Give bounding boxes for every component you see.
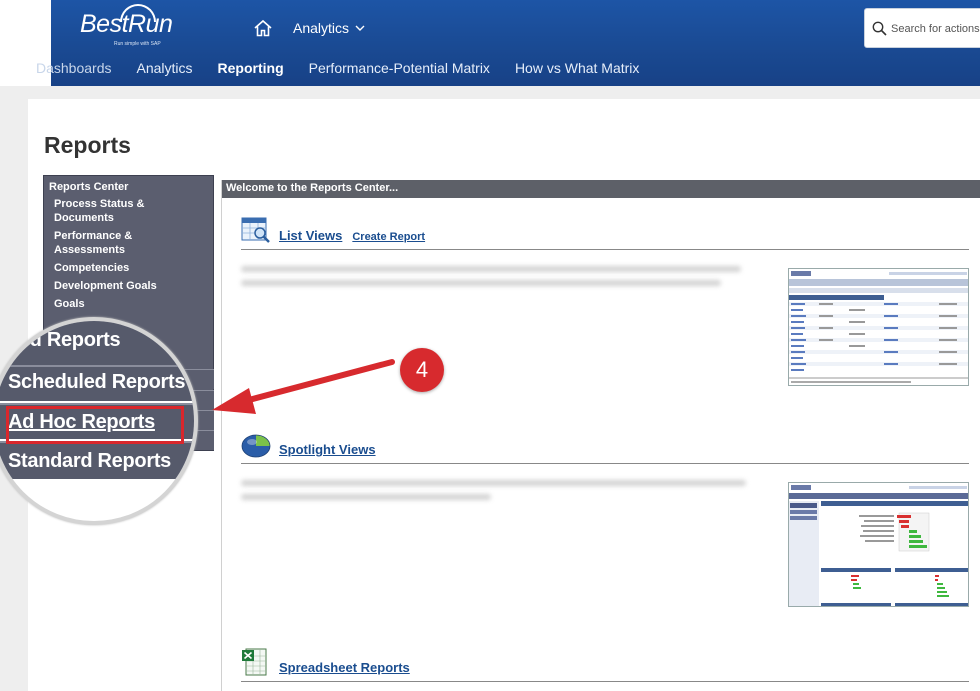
search-icon[interactable]	[872, 21, 887, 36]
list-views-header: List Views Create Report	[241, 216, 969, 250]
spreadsheet-icon	[242, 648, 267, 676]
list-view-icon	[241, 217, 270, 243]
tab-analytics[interactable]: Analytics	[137, 60, 193, 76]
spotlight-views-section: Spotlight Views	[241, 430, 969, 607]
sidebar-item-competencies[interactable]: Competencies	[54, 261, 204, 275]
tab-reporting[interactable]: Reporting	[218, 60, 284, 76]
spotlight-views-link[interactable]: Spotlight Views	[279, 442, 376, 457]
spreadsheet-reports-header: Spreadsheet Reports	[241, 648, 969, 682]
spotlight-view-preview-image	[788, 482, 969, 607]
logo-tagline: Run simple with SAP	[114, 41, 161, 47]
home-icon[interactable]	[253, 19, 273, 37]
tab-performance-potential-matrix[interactable]: Performance-Potential Matrix	[309, 60, 490, 76]
ad-hoc-highlight-box	[6, 406, 184, 444]
list-view-preview-image	[788, 268, 969, 386]
search-box[interactable]	[864, 8, 980, 48]
list-views-description	[241, 266, 761, 308]
sidebar-links: Process Status & Documents Performance &…	[54, 197, 204, 315]
sidebar-item-performance[interactable]: Performance & Assessments	[54, 229, 204, 257]
list-views-link[interactable]: List Views	[279, 228, 342, 243]
welcome-banner: Welcome to the Reports Center...	[222, 180, 980, 198]
sidebar-item-process-status[interactable]: Process Status & Documents	[54, 197, 204, 225]
spreadsheet-reports-link[interactable]: Spreadsheet Reports	[279, 660, 410, 675]
list-views-section: List Views Create Report	[241, 216, 969, 386]
page-title: Reports	[44, 132, 131, 158]
tab-how-vs-what-matrix[interactable]: How vs What Matrix	[515, 60, 639, 76]
magnified-saved-reports[interactable]: ved Reports	[8, 329, 121, 352]
tab-dashboards[interactable]: Dashboards	[36, 60, 112, 76]
magnifier-callout: ved Reports Scheduled Reports Ad Hoc Rep…	[0, 317, 198, 525]
create-report-link[interactable]: Create Report	[352, 231, 425, 243]
magnified-standard-reports[interactable]: Standard Reports	[8, 450, 171, 473]
magnified-sidebar: ved Reports Scheduled Reports Ad Hoc Rep…	[0, 321, 194, 521]
sidebar-item-development-goals[interactable]: Development Goals	[54, 279, 204, 293]
module-tabs: Dashboards Analytics Reporting Performan…	[36, 60, 664, 76]
sidebar-item-goals[interactable]: Goals	[54, 297, 204, 311]
step-number-badge: 4	[400, 348, 444, 392]
spreadsheet-reports-section: Spreadsheet Reports	[241, 648, 969, 682]
spotlight-views-description	[241, 480, 761, 508]
app-menu-label: Analytics	[293, 20, 350, 36]
company-logo[interactable]: BestRun Run simple with SAP	[80, 4, 173, 47]
magnified-scheduled-reports[interactable]: Scheduled Reports	[8, 371, 185, 394]
spotlight-view-icon	[241, 434, 271, 458]
search-input[interactable]	[891, 19, 980, 39]
chevron-down-icon	[355, 25, 365, 31]
shell-header: BestRun Run simple with SAP Analytics Da…	[0, 0, 980, 86]
sidebar-header[interactable]: Reports Center	[49, 181, 128, 193]
spotlight-views-header: Spotlight Views	[241, 430, 969, 464]
reports-center-panel: Welcome to the Reports Center... List Vi…	[221, 180, 980, 691]
app-menu-button[interactable]: Analytics	[293, 20, 365, 36]
